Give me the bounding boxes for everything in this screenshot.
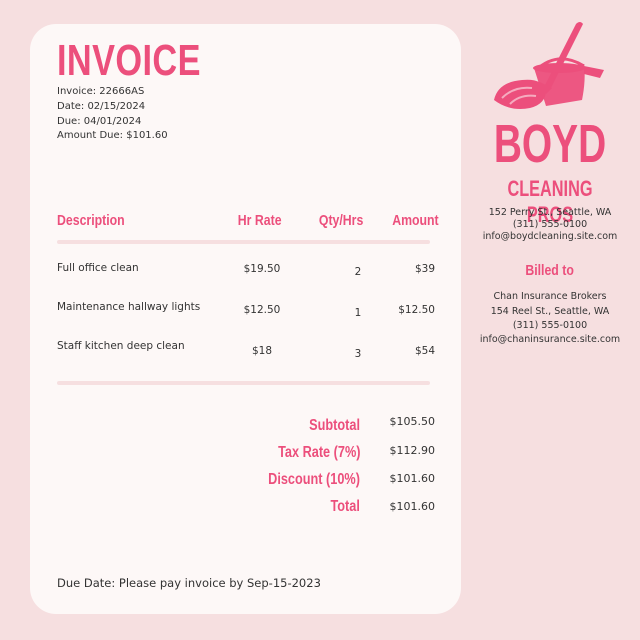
row-rate: $19.50 bbox=[243, 263, 281, 275]
tax-value: $112.90 bbox=[389, 444, 436, 457]
row-qty: 1 bbox=[354, 307, 362, 319]
company-name: BOYD bbox=[493, 114, 607, 174]
row-description: Staff kitchen deep clean bbox=[57, 340, 185, 352]
column-header-qty: Qty/Hrs bbox=[318, 212, 364, 229]
row-rate: $12.50 bbox=[243, 304, 281, 316]
row-amount: $39 bbox=[414, 263, 435, 275]
column-header-description: Description bbox=[57, 212, 125, 229]
company-email: info@boydcleaning.site.com bbox=[482, 231, 618, 242]
row-qty: 2 bbox=[354, 266, 362, 278]
client-address: 154 Reel St., Seattle, WA bbox=[490, 306, 610, 317]
header-divider bbox=[57, 240, 430, 244]
total-value: $101.60 bbox=[389, 500, 436, 513]
row-description: Maintenance hallway lights bbox=[57, 301, 201, 313]
invoice-title: INVOICE bbox=[57, 36, 201, 85]
column-header-rate: Hr Rate bbox=[238, 212, 282, 229]
invoice-date: Date: 02/15/2024 bbox=[57, 101, 146, 112]
column-header-amount: Amount bbox=[392, 212, 439, 229]
total-label: Total bbox=[330, 498, 360, 515]
client-email: info@chaninsurance.site.com bbox=[479, 334, 621, 345]
subtotal-label: Subtotal bbox=[309, 417, 360, 434]
bucket-mop-icon bbox=[480, 20, 616, 120]
invoice-card bbox=[30, 24, 461, 614]
row-rate: $18 bbox=[251, 345, 273, 357]
company-phone: (311) 555-0100 bbox=[512, 219, 588, 230]
discount-label: Discount (10%) bbox=[268, 471, 360, 488]
row-qty: 3 bbox=[354, 348, 362, 360]
subtotal-value: $105.50 bbox=[389, 415, 436, 428]
invoice-number: Invoice: 22666AS bbox=[57, 86, 145, 97]
company-address: 152 Perry St., Seattle, WA bbox=[488, 207, 612, 218]
due-date-note: Due Date: Please pay invoice by Sep-15-2… bbox=[57, 576, 321, 590]
client-name: Chan Insurance Brokers bbox=[493, 291, 607, 302]
tax-label: Tax Rate (7%) bbox=[277, 444, 360, 461]
discount-value: $101.60 bbox=[389, 472, 436, 485]
rows-divider bbox=[57, 381, 430, 385]
invoice-amount-due: Amount Due: $101.60 bbox=[57, 130, 168, 141]
row-amount: $54 bbox=[414, 345, 435, 357]
row-amount: $12.50 bbox=[398, 304, 435, 316]
billed-to-heading: Billed to bbox=[525, 262, 575, 279]
row-description: Full office clean bbox=[57, 262, 139, 274]
invoice-due: Due: 04/01/2024 bbox=[57, 116, 142, 127]
client-phone: (311) 555-0100 bbox=[512, 320, 588, 331]
